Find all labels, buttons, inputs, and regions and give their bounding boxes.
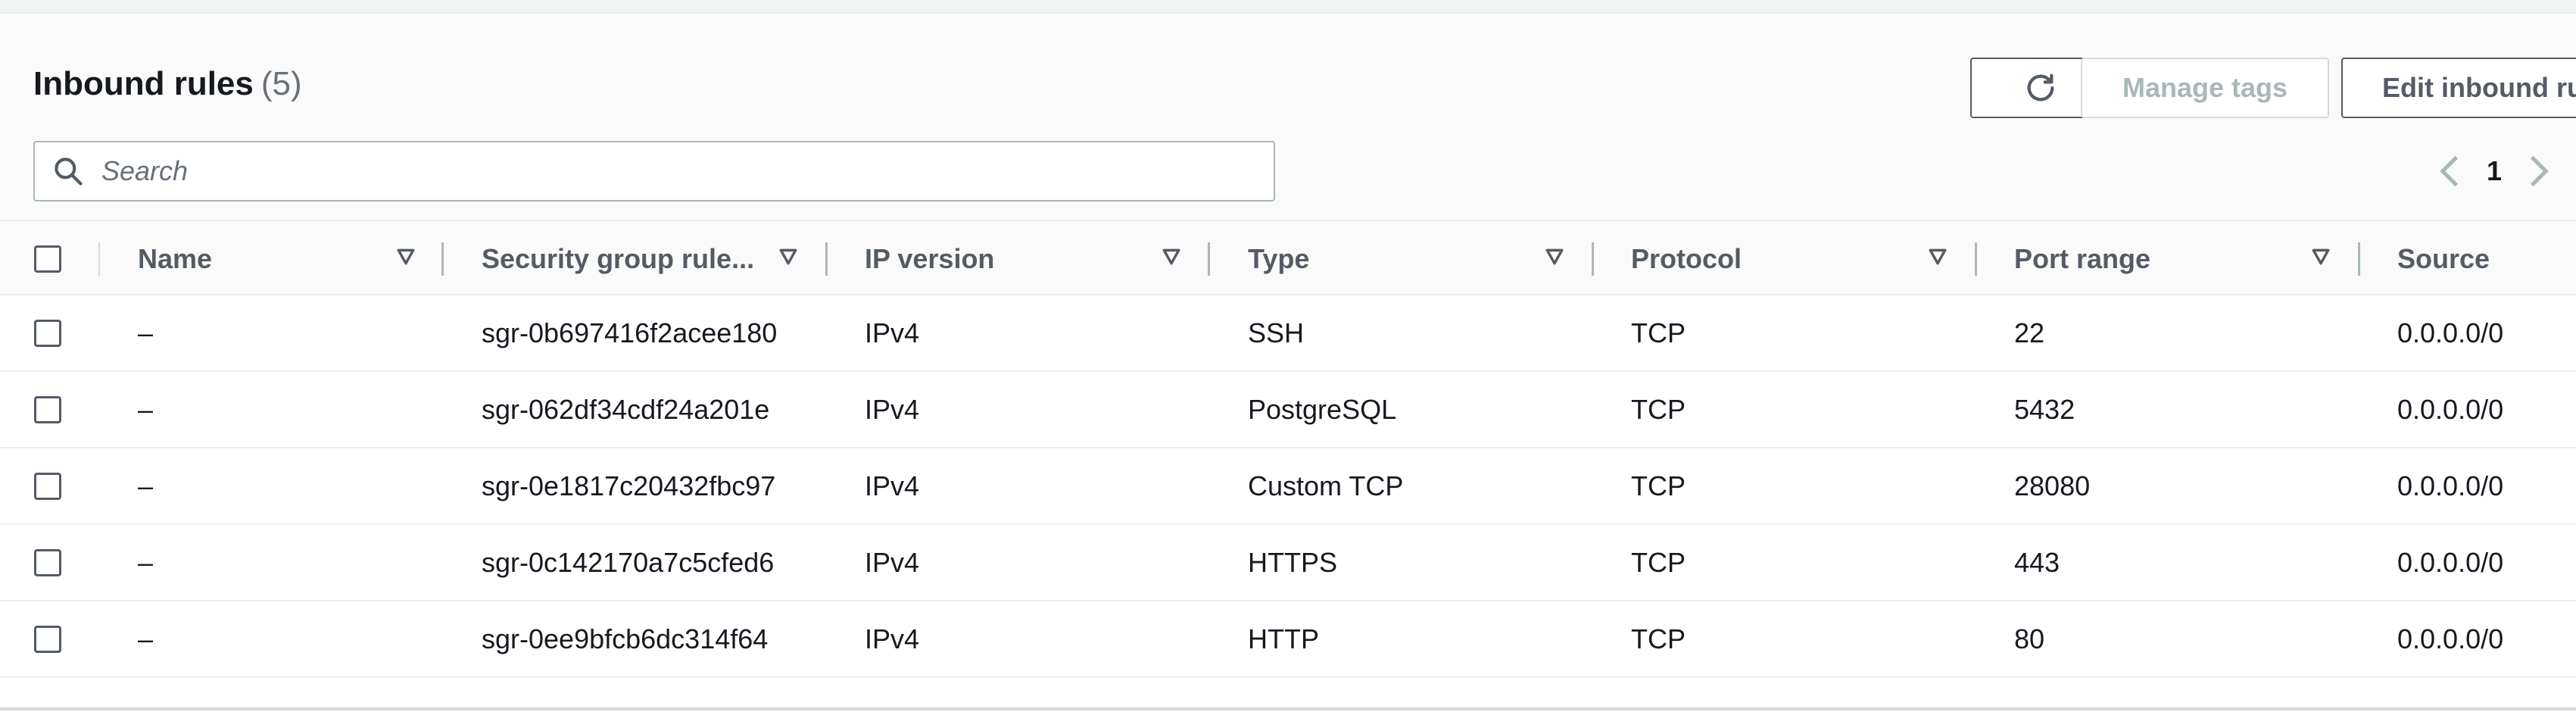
sort-icon[interactable] <box>1162 247 1181 267</box>
cell-source: 0.0.0.0/0 <box>2397 394 2504 425</box>
row-checkbox[interactable] <box>34 549 61 576</box>
rule-count: (5) <box>260 65 302 102</box>
refresh-icon <box>2027 73 2054 101</box>
cell-type: HTTPS <box>1248 547 1338 578</box>
cell-rule-id: sgr-0e1817c20432fbc97 <box>482 470 776 501</box>
column-header-security-group-rule[interactable]: Security group rule... <box>482 221 754 297</box>
cell-port-range: 80 <box>2014 623 2045 654</box>
cell-ip-version: IPv4 <box>865 394 920 425</box>
column-separator <box>1975 242 1977 276</box>
top-divider <box>0 0 2576 14</box>
cell-type: SSH <box>1248 317 1305 348</box>
cell-rule-id: sgr-062df34cdf24a201e <box>482 394 770 425</box>
cell-name: – <box>138 623 154 654</box>
column-separator <box>441 242 444 276</box>
cell-rule-id: sgr-0b697416f2acee180 <box>482 317 778 348</box>
manage-tags-button[interactable]: Manage tags <box>2081 58 2329 118</box>
panel-header: Inbound rules (5) Manage tags Edit inboun… <box>0 14 2576 220</box>
cell-source: 0.0.0.0/0 <box>2397 470 2504 501</box>
cell-protocol: TCP <box>1631 547 1686 578</box>
column-header-ip-version[interactable]: IP version <box>865 221 994 297</box>
cell-name: – <box>138 394 154 425</box>
cell-name: – <box>138 470 154 501</box>
cell-rule-id: sgr-0ee9bfcb6dc314f64 <box>482 623 769 654</box>
row-checkbox[interactable] <box>34 626 61 653</box>
row-checkbox[interactable] <box>34 320 61 347</box>
column-header-protocol[interactable]: Protocol <box>1631 221 1742 297</box>
column-separator <box>1208 242 1210 276</box>
panel-title-text: Inbound rules <box>33 65 254 102</box>
cell-source: 0.0.0.0/0 <box>2397 547 2504 578</box>
cell-rule-id: sgr-0c142170a7c5cfed6 <box>482 547 775 578</box>
table-row[interactable]: – sgr-0ee9bfcb6dc314f64 IPv4 HTTP TCP 80… <box>0 601 2576 678</box>
sort-icon[interactable] <box>2311 247 2331 267</box>
cell-port-range: 5432 <box>2014 394 2075 425</box>
cell-protocol: TCP <box>1631 317 1686 348</box>
column-separator <box>2358 242 2360 276</box>
column-header-port-range[interactable]: Port range <box>2014 221 2150 297</box>
cell-protocol: TCP <box>1631 623 1686 654</box>
cell-protocol: TCP <box>1631 394 1686 425</box>
cell-name: – <box>138 547 154 578</box>
column-separator <box>98 242 100 276</box>
sort-icon[interactable] <box>1545 247 1564 267</box>
cell-ip-version: IPv4 <box>865 317 920 348</box>
sort-icon[interactable] <box>1928 247 1948 267</box>
table-row[interactable]: – sgr-062df34cdf24a201e IPv4 PostgreSQL … <box>0 372 2576 448</box>
inbound-rules-panel: Inbound rules (5) Manage tags Edit inboun… <box>0 0 2576 712</box>
column-header-type[interactable]: Type <box>1248 221 1309 297</box>
cell-port-range: 443 <box>2014 547 2060 578</box>
sort-icon[interactable] <box>396 247 416 267</box>
cell-type: Custom TCP <box>1248 470 1404 501</box>
cell-ip-version: IPv4 <box>865 470 920 501</box>
cell-port-range: 22 <box>2014 317 2045 348</box>
cell-source: 0.0.0.0/0 <box>2397 317 2504 348</box>
chevron-right-icon[interactable] <box>2528 154 2550 189</box>
search-input[interactable] <box>100 155 1239 188</box>
row-checkbox[interactable] <box>34 473 61 500</box>
bottom-divider <box>0 707 2576 710</box>
column-separator <box>825 242 828 276</box>
cell-port-range: 28080 <box>2014 470 2091 501</box>
pagination: 1 <box>2438 150 2550 192</box>
search-box[interactable] <box>33 141 1275 201</box>
cell-source: 0.0.0.0/0 <box>2397 623 2504 654</box>
table-row[interactable]: – sgr-0c142170a7c5cfed6 IPv4 HTTPS TCP 4… <box>0 525 2576 601</box>
select-all-checkbox[interactable] <box>34 245 61 273</box>
row-checkbox[interactable] <box>34 396 61 423</box>
column-header-source[interactable]: Source <box>2397 221 2490 297</box>
current-page[interactable]: 1 <box>2487 155 2502 187</box>
cell-type: HTTP <box>1248 623 1319 654</box>
sort-icon[interactable] <box>778 247 798 267</box>
cell-type: PostgreSQL <box>1248 394 1397 425</box>
chevron-left-icon[interactable] <box>2438 154 2461 189</box>
table-header: Name Security group rule... IP version T… <box>0 220 2576 295</box>
cell-ip-version: IPv4 <box>865 623 920 654</box>
panel-title: Inbound rules (5) <box>33 65 302 103</box>
cell-ip-version: IPv4 <box>865 547 920 578</box>
cell-name: – <box>138 317 154 348</box>
search-icon <box>55 158 83 186</box>
edit-inbound-rules-button[interactable]: Edit inbound ru <box>2341 58 2576 118</box>
table-row[interactable]: – sgr-0e1817c20432fbc97 IPv4 Custom TCP … <box>0 448 2576 525</box>
cell-protocol: TCP <box>1631 470 1686 501</box>
column-header-name[interactable]: Name <box>138 221 212 297</box>
column-separator <box>1592 242 1594 276</box>
table-row[interactable]: – sgr-0b697416f2acee180 IPv4 SSH TCP 22 … <box>0 295 2576 372</box>
